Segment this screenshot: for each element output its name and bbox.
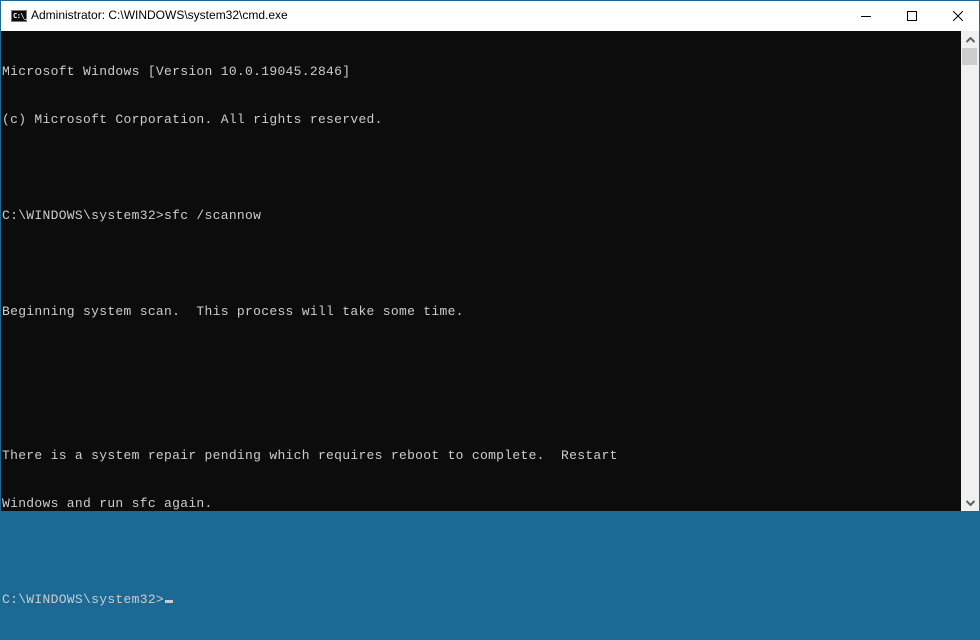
scroll-down-button[interactable] bbox=[961, 494, 979, 511]
maximize-icon bbox=[907, 11, 917, 21]
title-bar[interactable]: C:\_ Administrator: C:\WINDOWS\system32\… bbox=[1, 0, 979, 31]
scroll-thumb[interactable] bbox=[962, 48, 977, 65]
close-icon bbox=[953, 11, 963, 21]
text-cursor bbox=[165, 600, 174, 603]
prompt-line[interactable]: C:\WINDOWS\system32> bbox=[2, 592, 618, 608]
chevron-up-icon bbox=[965, 36, 975, 43]
maximize-button[interactable] bbox=[889, 1, 935, 31]
cmd-icon-text: C:\_ bbox=[13, 12, 28, 20]
console-line: There is a system repair pending which r… bbox=[2, 448, 618, 463]
minimize-button[interactable] bbox=[843, 1, 889, 31]
close-button[interactable] bbox=[935, 1, 980, 31]
console-lines: Microsoft Windows [Version 10.0.19045.28… bbox=[2, 32, 618, 640]
console-line: C:\WINDOWS\system32>sfc /scannow bbox=[2, 208, 262, 223]
console-line: Beginning system scan. This process will… bbox=[2, 304, 464, 319]
minimize-icon bbox=[861, 16, 871, 17]
prompt: C:\WINDOWS\system32> bbox=[2, 592, 165, 607]
vertical-scrollbar[interactable] bbox=[961, 31, 979, 511]
chevron-down-icon bbox=[965, 499, 975, 506]
console-line: Microsoft Windows [Version 10.0.19045.28… bbox=[2, 64, 351, 79]
cmd-icon[interactable]: C:\_ bbox=[11, 10, 28, 22]
window-title: Administrator: C:\WINDOWS\system32\cmd.e… bbox=[31, 8, 288, 22]
cmd-window: C:\_ Administrator: C:\WINDOWS\system32\… bbox=[0, 0, 979, 607]
console-line: (c) Microsoft Corporation. All rights re… bbox=[2, 112, 383, 127]
scroll-up-button[interactable] bbox=[961, 31, 979, 48]
console-line: Windows and run sfc again. bbox=[2, 496, 213, 511]
console-output[interactable]: Microsoft Windows [Version 10.0.19045.28… bbox=[1, 31, 961, 607]
